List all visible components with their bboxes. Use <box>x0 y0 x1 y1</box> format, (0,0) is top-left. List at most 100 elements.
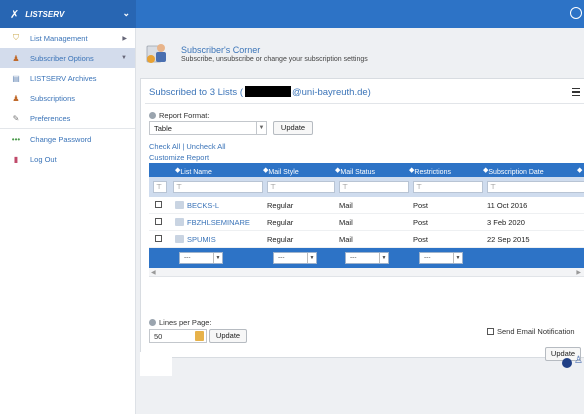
report-format-select[interactable]: Table ▼ <box>149 121 267 135</box>
filter-icon: ⊤ <box>342 184 349 191</box>
sidebar-item-label: Subscriptions <box>30 93 76 103</box>
sort-icon: ◆ <box>577 167 583 174</box>
mail-status-cell: Mail <box>339 235 353 244</box>
column-header[interactable]: ◆ List Name <box>175 166 212 176</box>
chevron-down-icon: ▼ <box>379 253 388 263</box>
top-bar: ✗ LISTSERV ⌄ <box>0 0 584 28</box>
brand-name: LISTSERV <box>25 9 65 19</box>
table-row: SPUMIS Regular Mail Post 22 Sep 2015 <box>149 231 584 248</box>
subscription-date-cell: 22 Sep 2015 <box>487 235 530 244</box>
restrictions-cell: Post <box>413 201 429 210</box>
globe-icon[interactable] <box>562 358 572 368</box>
panel-title-prefix: Subscribed to 3 Lists ( <box>149 87 243 98</box>
column-label: Subscription Date <box>488 169 544 176</box>
listserv-logo-icon: ✗ <box>10 8 20 21</box>
stepper-icon[interactable] <box>195 331 204 341</box>
mail-style-cell: Regular <box>267 201 294 210</box>
sidebar-item-label: LISTSERV Archives <box>30 73 97 83</box>
column-header[interactable]: ◆ Restrictions <box>409 166 451 176</box>
lines-per-page-text: Lines per Page: <box>159 318 212 327</box>
sidebar-item-label: Log Out <box>30 154 57 164</box>
redacted-username <box>245 86 291 97</box>
select-value: --- <box>350 254 357 261</box>
page-subtitle: Subscribe, unsubscribe or change your su… <box>181 56 368 63</box>
list-name-link[interactable]: FBZHLSEMINARE <box>187 218 250 227</box>
main-content: Subscriber's Corner Subscribe, unsubscri… <box>136 28 584 414</box>
filter-box[interactable]: ⊤ <box>413 181 483 193</box>
sidebar-item-change-password[interactable]: ••• Change Password <box>0 129 135 149</box>
archives-icon: ▤ <box>12 73 20 83</box>
help-icon[interactable] <box>149 112 156 119</box>
column-label: Mail Style <box>268 169 299 176</box>
send-notification-checkbox[interactable] <box>487 328 494 335</box>
filter-box[interactable]: ⊤ <box>339 181 409 193</box>
mail-style-bulk-select[interactable]: --- ▼ <box>179 252 223 264</box>
user-menu-icon[interactable] <box>570 7 582 19</box>
column-label: Mail Status <box>340 169 376 176</box>
scroll-right-icon[interactable]: ▶ <box>576 269 581 276</box>
hamburger-menu-icon[interactable] <box>572 88 580 98</box>
row-checkbox[interactable] <box>155 201 162 208</box>
filter-icon: ⊤ <box>156 184 163 191</box>
sidebar-item-list-management[interactable]: ⛉ List Management ▶ <box>0 28 135 48</box>
customize-report-link[interactable]: Customize Report <box>149 152 226 163</box>
filter-icon: ⊤ <box>270 184 277 191</box>
report-format-label: Report Format: <box>149 111 209 120</box>
sidebar-item-preferences[interactable]: ✎ Preferences <box>0 108 135 128</box>
filter-box[interactable]: ⊤ <box>487 181 584 193</box>
restrictions-cell: Post <box>413 235 429 244</box>
column-header[interactable]: ◆ Subscription Date <box>483 166 544 176</box>
chevron-down-icon: ▼ <box>453 253 462 263</box>
mail-style-cell: Regular <box>267 235 294 244</box>
restrictions-bulk-select[interactable]: --- ▼ <box>345 252 389 264</box>
lines-per-page-value: 50 <box>154 332 163 341</box>
list-icon <box>175 218 184 226</box>
report-format-value: Table <box>154 124 172 133</box>
list-name-link[interactable]: SPUMIS <box>187 235 216 244</box>
chevron-down-icon: ▼ <box>213 253 222 263</box>
filter-box[interactable]: ⊤ <box>153 181 167 193</box>
send-notification-option[interactable]: Send Email Notification <box>487 327 575 336</box>
lines-per-page-label: Lines per Page: <box>149 318 212 327</box>
list-name-link[interactable]: BECKS-L <box>187 201 219 210</box>
chevron-down-icon[interactable]: ⌄ <box>122 8 130 19</box>
sidebar: ⛉ List Management ▶ ♟ Subscriber Options… <box>0 28 136 414</box>
chevron-right-icon: ▶ <box>122 35 127 42</box>
uncheck-all-link[interactable]: Uncheck All <box>186 142 225 151</box>
column-header[interactable]: ◆ Mail Status <box>335 166 375 176</box>
list-icon <box>175 201 184 209</box>
sidebar-item-label: Change Password <box>30 134 92 144</box>
page-title: Subscriber's Corner <box>181 45 261 55</box>
row-checkbox[interactable] <box>155 235 162 242</box>
help-icon[interactable] <box>149 319 156 326</box>
filter-box[interactable]: ⊤ <box>173 181 263 193</box>
horizontal-scrollbar[interactable]: ◀ ▶ <box>149 268 584 277</box>
password-icon: ••• <box>11 134 21 144</box>
date-bulk-select[interactable]: --- ▼ <box>419 252 463 264</box>
column-label: List Name <box>180 169 212 176</box>
subscription-date-cell: 11 Oct 2016 <box>487 201 528 210</box>
list-icon <box>175 235 184 243</box>
sidebar-item-subscriptions[interactable]: ♟ Subscriptions <box>0 88 135 108</box>
column-header[interactable]: ◆ Mail Style <box>263 166 299 176</box>
mail-status-bulk-select[interactable]: --- ▼ <box>273 252 317 264</box>
grid-header: ◆ List Name ◆ Mail Style ◆ Mail Status ◆… <box>149 163 584 177</box>
check-all-link[interactable]: Check All <box>149 142 180 151</box>
scroll-left-icon[interactable]: ◀ <box>151 269 156 276</box>
report-format-update-button[interactable]: Update <box>273 121 313 135</box>
divider <box>145 103 584 104</box>
accessibility-icon[interactable]: ♙ <box>574 355 583 366</box>
sidebar-item-label: Subscriber Options <box>30 53 94 63</box>
lines-per-page-input[interactable]: 50 <box>149 329 207 343</box>
chevron-down-icon: ▼ <box>307 253 316 263</box>
filter-box[interactable]: ⊤ <box>267 181 335 193</box>
lines-per-page-update-button[interactable]: Update <box>209 329 247 343</box>
panel-title-suffix: @uni-bayreuth.de) <box>292 87 371 98</box>
row-checkbox[interactable] <box>155 218 162 225</box>
sidebar-item-log-out[interactable]: ▮ Log Out <box>0 149 135 169</box>
sidebar-item-listserv-archives[interactable]: ▤ LISTSERV Archives <box>0 68 135 88</box>
sidebar-item-subscriber-options[interactable]: ♟ Subscriber Options ▼ <box>0 48 135 68</box>
brand[interactable]: ✗ LISTSERV ⌄ <box>0 0 136 28</box>
select-value: --- <box>184 254 191 261</box>
subscriber-options-icon: ♟ <box>12 53 20 63</box>
